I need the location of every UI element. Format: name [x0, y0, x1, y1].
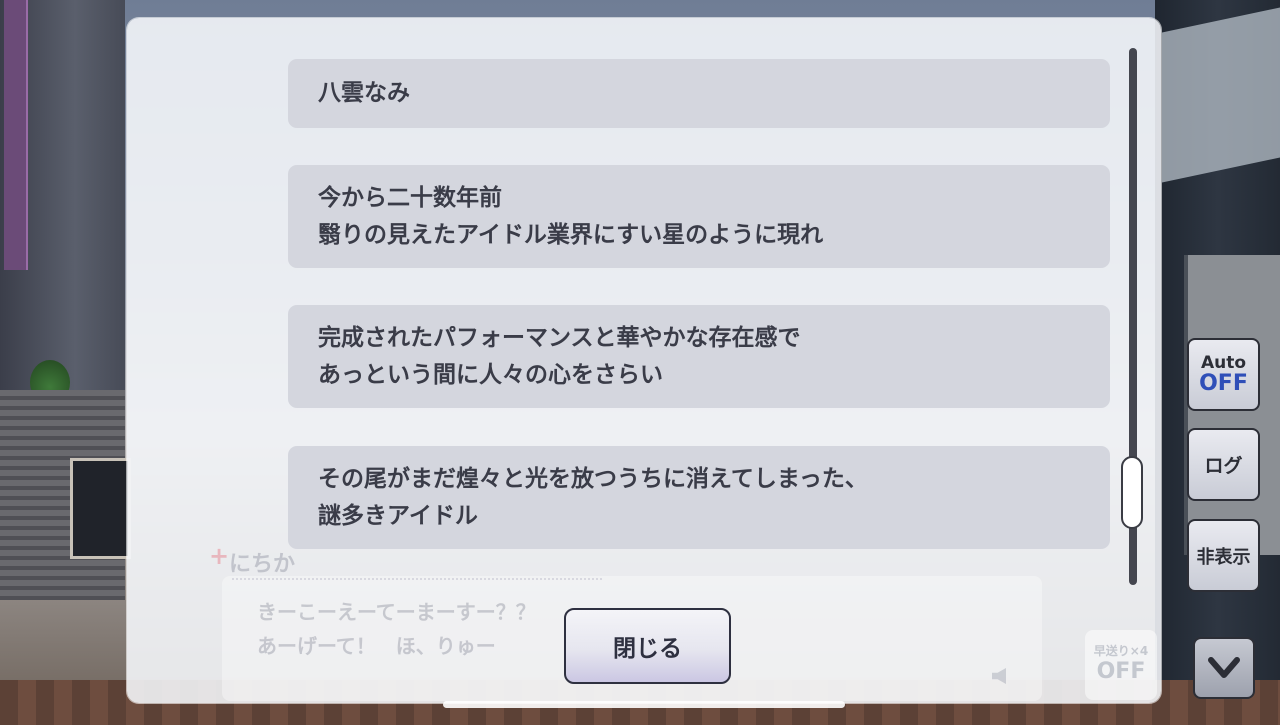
auto-toggle-button[interactable]: Auto OFF — [1187, 338, 1260, 411]
menu-board — [70, 458, 131, 559]
fast-forward-button: 早送り×4 OFF — [1085, 630, 1157, 700]
auto-label: Auto — [1200, 352, 1247, 373]
advance-button[interactable] — [1193, 637, 1255, 699]
left-building — [0, 0, 131, 600]
log-entry-text: その尾がまだ煌々と光を放つうちに消えてしまった、 謎多きアイドル — [318, 465, 868, 529]
auto-value: OFF — [1199, 370, 1248, 396]
fast-forward-label: 早送り×4 — [1093, 644, 1149, 658]
log-entry: 八雲なみ — [288, 59, 1110, 128]
log-scrollbar-thumb[interactable] — [1121, 456, 1143, 530]
log-entry-text: 今から二十数年前 翳りの見えたアイドル業界にすい星のように現れ — [318, 184, 824, 248]
close-button[interactable]: 閉じる — [564, 608, 731, 684]
log-entry: 今から二十数年前 翳りの見えたアイドル業界にすい星のように現れ — [288, 165, 1110, 268]
log-entry-text: 八雲なみ — [318, 80, 410, 106]
hide-button-label: 非表示 — [1196, 546, 1251, 568]
underlying-message-line: きーこーえーてーまーすー？？ — [257, 600, 536, 624]
fast-forward-value: OFF — [1096, 659, 1146, 684]
log-entry: 完成されたパフォーマンスと華やかな存在感で あっという間に人々の心をさらい — [288, 305, 1110, 408]
underlying-speaker-name: にちか — [209, 542, 295, 578]
log-entry: その尾がまだ煌々と光を放つうちに消えてしまった、 謎多きアイドル — [288, 446, 1110, 549]
log-button-label: ログ — [1204, 455, 1243, 477]
hide-ui-button[interactable]: 非表示 — [1187, 519, 1260, 592]
log-entry-text: 完成されたパフォーマンスと華やかな存在感で あっという間に人々の心をさらい — [318, 324, 801, 388]
vertical-sign — [4, 0, 28, 270]
underlying-message-line: あーげーて！ ほ、りゅー — [257, 634, 496, 658]
speaker-divider — [232, 578, 602, 580]
chevron-down-icon — [1208, 657, 1240, 678]
close-button-label: 閉じる — [613, 636, 682, 662]
store-sign — [1162, 7, 1280, 183]
log-button[interactable]: ログ — [1187, 428, 1260, 501]
log-dialog: にちか きーこーえーてーまーすー？？ あーげーて！ ほ、りゅー 早送り×4 OF… — [127, 18, 1161, 708]
